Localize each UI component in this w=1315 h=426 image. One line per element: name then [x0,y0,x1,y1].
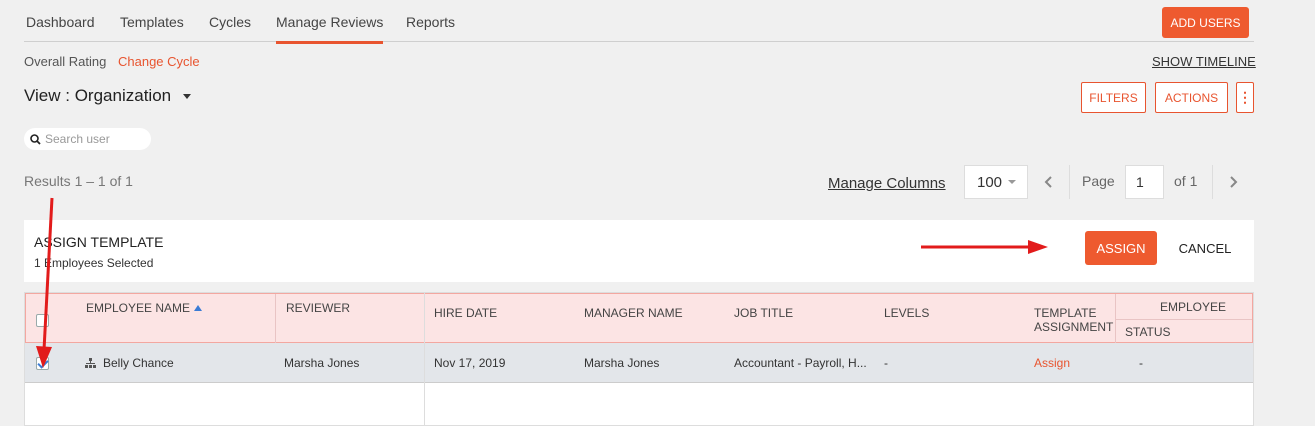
employees-table: EMPLOYEE NAME REVIEWER HIRE DATE MANAGER… [24,292,1254,426]
chevron-down-icon [183,93,192,99]
tab-cycles[interactable]: Cycles [209,14,251,30]
assign-template-title: ASSIGN TEMPLATE [34,234,164,250]
assign-template-panel: ASSIGN TEMPLATE 1 Employees Selected ASS… [24,220,1254,282]
cell-employee-status: - [1139,356,1143,370]
page-total: of 1 [1174,173,1198,189]
search-input[interactable] [45,132,145,146]
cell-levels: - [884,356,888,370]
sort-ascending-icon [194,305,203,311]
frozen-column-divider [424,293,425,425]
view-dropdown[interactable]: View : Organization [24,86,192,106]
pagination-divider [1069,165,1070,199]
select-all-checkbox[interactable] [36,314,49,327]
actions-button[interactable]: ACTIONS [1155,82,1228,113]
cancel-button[interactable]: CANCEL [1165,231,1245,265]
chevron-left-icon[interactable] [1044,175,1054,189]
tab-manage-reviews[interactable]: Manage Reviews [276,14,384,44]
cell-manager-name: Marsha Jones [584,356,660,370]
tab-reports[interactable]: Reports [406,14,455,30]
page-label: Page [1082,173,1115,189]
change-cycle-link[interactable]: Change Cycle [118,54,200,69]
col-employee-name[interactable]: EMPLOYEE NAME [86,301,203,315]
col-employee-status[interactable]: STATUS [1125,325,1171,339]
col-template-assignment-line2: ASSIGNMENT [1034,320,1114,334]
employees-selected-count: 1 Employees Selected [34,256,154,270]
more-options-button[interactable]: ⋮ [1236,82,1254,113]
chevron-down-icon [1008,180,1017,184]
tab-templates[interactable]: Templates [120,14,184,30]
pagination-divider [1212,165,1213,199]
cell-hire-date: Nov 17, 2019 [434,356,506,370]
col-manager-name[interactable]: MANAGER NAME [584,306,683,320]
chevron-right-icon[interactable] [1228,175,1238,189]
col-job-title[interactable]: JOB TITLE [734,306,793,320]
manage-columns-link[interactable]: Manage Columns [828,175,946,192]
per-page-select[interactable]: 100 [964,165,1028,199]
col-levels[interactable]: LEVELS [884,306,929,320]
table-header: EMPLOYEE NAME REVIEWER HIRE DATE MANAGER… [25,293,1253,343]
top-nav: Dashboard Templates Cycles Manage Review… [24,0,1254,44]
results-count: Results 1 – 1 of 1 [24,173,133,189]
per-page-value: 100 [977,173,1003,191]
search-icon [30,133,41,145]
add-users-button[interactable]: ADD USERS [1162,7,1249,38]
col-template-assignment[interactable]: TEMPLATE ASSIGNMENT [1034,306,1113,334]
header-subdivider [1116,319,1252,320]
show-timeline-link[interactable]: SHOW TIMELINE [1152,54,1256,69]
col-employee-status-group: EMPLOYEE [1160,300,1227,314]
filters-button[interactable]: FILTERS [1081,82,1146,113]
cell-employee-name[interactable]: Belly Chance [103,356,174,370]
table-row[interactable]: Belly Chance Marsha Jones Nov 17, 2019 M… [25,343,1253,383]
col-reviewer[interactable]: REVIEWER [286,301,350,315]
col-template-assignment-line1: TEMPLATE [1034,306,1097,320]
org-chart-icon [85,358,96,368]
cell-assign-link[interactable]: Assign [1034,356,1070,370]
search-box[interactable] [24,128,151,150]
col-hire-date[interactable]: HIRE DATE [434,306,497,320]
col-employee-name-label: EMPLOYEE NAME [86,301,191,315]
assign-button[interactable]: ASSIGN [1085,231,1157,265]
cell-job-title: Accountant - Payroll, H... [734,356,867,370]
page-number-input[interactable] [1125,165,1164,199]
tab-dashboard[interactable]: Dashboard [26,14,95,30]
cell-reviewer: Marsha Jones [284,356,360,370]
overall-rating-link[interactable]: Overall Rating [24,54,106,69]
view-label: View : Organization [24,86,172,105]
column-divider [275,294,276,343]
row-select-checkbox[interactable] [36,357,49,370]
